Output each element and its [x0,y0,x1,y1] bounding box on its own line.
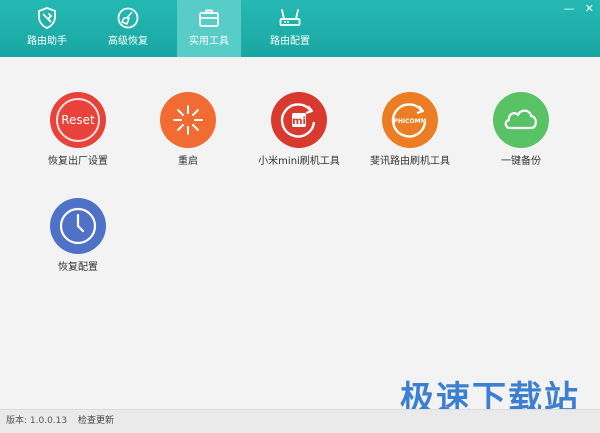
version-label: 版本: 1.0.0.13 [6,416,68,426]
tab-router-assistant[interactable]: 路由助手 [15,0,79,57]
top-toolbar: 路由助手 高级恢复 实用工具 路由配置 — ✕ [0,0,600,57]
tab-label: 高级恢复 [108,36,148,47]
tab-label: 路由配置 [270,36,310,47]
shield-wrench-icon [38,7,56,29]
clock-restore-icon [50,198,106,254]
phicomm-refresh-icon: PHICOMM [382,92,438,148]
tab-label: 路由助手 [27,36,67,47]
tools-panel: Reset 恢复出厂设置 重启 mi 小米mini刷机工具 PHICOMM 斐讯… [0,57,600,409]
tool-one-click-backup[interactable]: 一键备份 [461,92,581,168]
minimize-icon[interactable]: — [564,3,575,15]
tool-factory-reset[interactable]: Reset 恢复出厂设置 [18,92,138,168]
window-controls: — ✕ [564,3,594,15]
tool-restart[interactable]: 重启 [128,92,248,168]
tab-label: 实用工具 [189,36,229,47]
check-update-link[interactable]: 检查更新 [78,410,114,432]
close-icon[interactable]: ✕ [585,3,594,15]
tool-label: 一键备份 [501,156,541,167]
tool-label: 小米mini刷机工具 [258,156,340,167]
tool-label: 恢复出厂设置 [48,156,108,167]
svg-text:Reset: Reset [61,113,95,127]
restart-icon [160,92,216,148]
svg-text:PHICOMM: PHICOMM [393,118,426,125]
tool-label: 重启 [178,156,198,167]
router-icon [279,9,301,26]
tool-label: 恢复配置 [58,262,98,273]
reset-icon: Reset [50,92,106,148]
status-bar: 版本: 1.0.0.13 检查更新 [0,409,600,433]
tab-utility-tools[interactable]: 实用工具 [177,0,241,57]
cloud-backup-icon [493,92,549,148]
broom-icon [117,7,139,29]
tool-phicomm-flash[interactable]: PHICOMM 斐讯路由刷机工具 [350,92,470,168]
tab-advanced-restore[interactable]: 高级恢复 [96,0,160,57]
tool-label: 斐讯路由刷机工具 [370,156,450,167]
tab-router-config[interactable]: 路由配置 [258,0,322,57]
tool-restore-config[interactable]: 恢复配置 [18,198,138,274]
toolbox-icon [199,9,219,27]
tool-xiaomi-mini-flash[interactable]: mi 小米mini刷机工具 [239,92,359,168]
xiaomi-refresh-icon: mi [271,92,327,148]
svg-text:mi: mi [292,116,306,127]
